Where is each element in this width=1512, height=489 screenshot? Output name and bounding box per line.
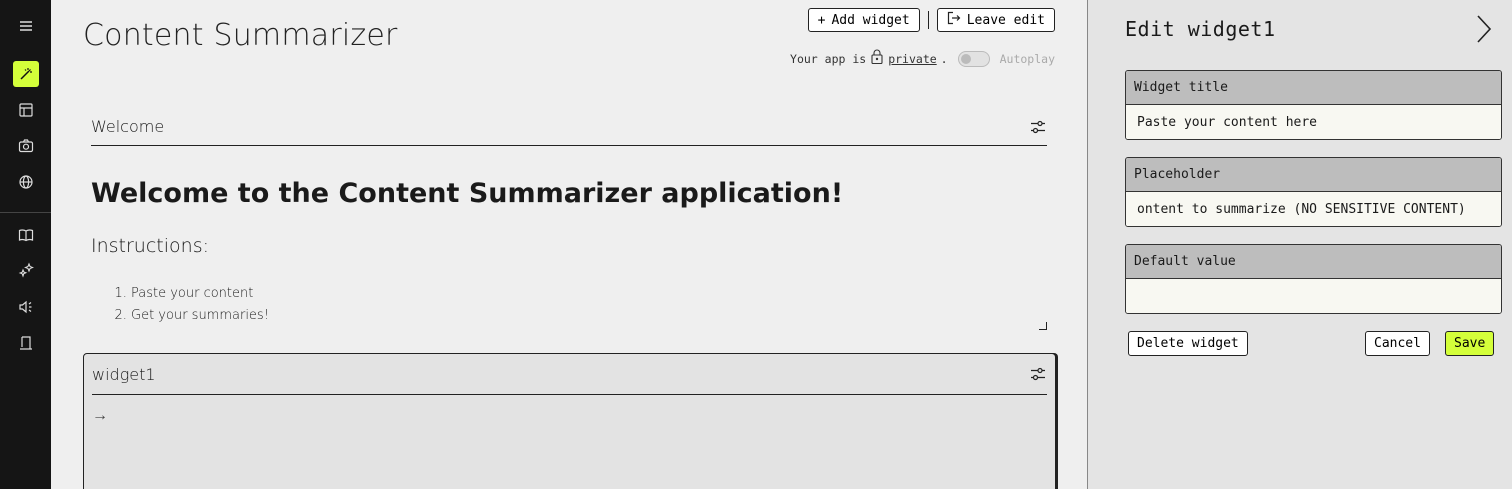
field-label: Widget title xyxy=(1126,71,1501,105)
default-value-input[interactable] xyxy=(1126,279,1501,313)
widget-header: Welcome xyxy=(91,108,1047,146)
welcome-widget[interactable]: Welcome Welcome to the Content Summarize… xyxy=(91,108,1047,330)
book-icon[interactable] xyxy=(13,222,39,248)
page-title: Content Summarizer xyxy=(83,18,398,53)
list-item: Paste your content xyxy=(131,283,1047,305)
globe-icon[interactable] xyxy=(13,169,39,195)
toolbar: + Add widget Leave edit xyxy=(807,8,1055,32)
autoplay-toggle[interactable] xyxy=(957,50,990,67)
cancel-button[interactable]: Cancel xyxy=(1365,331,1430,356)
app-status: Your app is private. Autoplay xyxy=(790,49,1055,68)
exit-arrow-icon xyxy=(947,11,961,29)
field-label: Placeholder xyxy=(1126,158,1501,192)
save-button[interactable]: Save xyxy=(1445,331,1495,356)
resize-handle[interactable] xyxy=(1039,322,1047,330)
plus-icon: + xyxy=(817,12,826,28)
arrow-right-icon[interactable]: → xyxy=(92,407,1047,425)
widget-title: Welcome xyxy=(91,117,165,136)
list-item: Get your summaries! xyxy=(131,305,1047,327)
sparkles-icon[interactable] xyxy=(13,257,39,283)
autoplay-label: Autoplay xyxy=(999,51,1055,66)
instructions-heading: Instructions: xyxy=(91,235,209,257)
visibility-link[interactable]: private xyxy=(888,52,936,66)
field-label: Default value xyxy=(1126,245,1501,279)
lock-icon xyxy=(870,49,884,68)
leave-edit-button[interactable]: Leave edit xyxy=(936,8,1055,32)
widget-title-field: Widget title Paste your content here xyxy=(1125,70,1502,140)
placeholder-input[interactable]: ontent to summarize (NO SENSITIVE CONTEN… xyxy=(1126,192,1501,226)
camera-icon[interactable] xyxy=(13,133,39,159)
settings-sliders-icon[interactable] xyxy=(1029,118,1047,136)
widget-title-input[interactable]: Paste your content here xyxy=(1126,105,1501,139)
widget-title: widget1 xyxy=(92,364,156,384)
placeholder-field: Placeholder ontent to summarize (NO SENS… xyxy=(1125,157,1502,227)
widget1-card[interactable]: widget1 → xyxy=(83,353,1056,489)
toolbar-separator xyxy=(927,11,929,29)
welcome-heading: Welcome to the Content Summarizer applic… xyxy=(91,178,844,209)
magic-wand-icon[interactable] xyxy=(13,61,39,87)
main-area: Content Summarizer + Add widget Leave ed… xyxy=(51,0,1087,489)
default-value-field: Default value xyxy=(1125,244,1502,314)
menu-icon[interactable] xyxy=(13,13,39,39)
instructions-list: Paste your content Get your summaries! xyxy=(91,283,1047,327)
exit-icon[interactable] xyxy=(13,330,39,356)
add-widget-button[interactable]: + Add widget xyxy=(807,8,920,32)
panel-title: Edit widget1 xyxy=(1125,17,1276,41)
edit-panel: Edit widget1 Widget title Paste your con… xyxy=(1087,0,1512,489)
nav-divider xyxy=(0,212,51,213)
delete-widget-button[interactable]: Delete widget xyxy=(1128,331,1248,356)
chevron-right-icon[interactable] xyxy=(1474,14,1494,44)
layout-icon[interactable] xyxy=(13,97,39,123)
settings-sliders-icon[interactable] xyxy=(1029,365,1047,383)
widget-header: widget1 xyxy=(92,354,1047,395)
left-nav xyxy=(0,0,51,489)
speaker-icon[interactable] xyxy=(13,294,39,320)
